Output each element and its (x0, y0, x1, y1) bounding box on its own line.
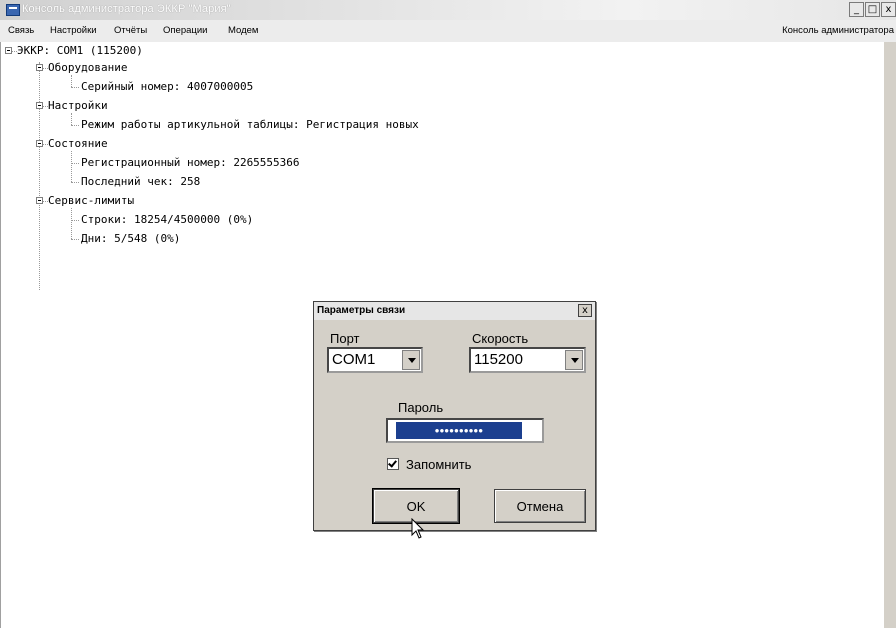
speed-label: Скорость (472, 331, 529, 346)
tree-leaf[interactable]: Регистрационный номер: 2265555366 (81, 156, 300, 169)
menu-item-settings[interactable]: Настройки (50, 25, 97, 36)
menu-item-modem[interactable]: Модем (228, 25, 258, 36)
tree-group-label[interactable]: Сервис-лимиты (48, 194, 134, 207)
tree-connector (71, 208, 72, 239)
port-select[interactable]: COM1 (327, 347, 423, 373)
cancel-button[interactable]: Отмена (494, 489, 586, 523)
password-value: •••••••••• (396, 422, 522, 439)
dialog-title: Параметры связи (317, 305, 406, 316)
speed-value: 115200 (474, 351, 523, 368)
menu-item-reports[interactable]: Отчёты (114, 25, 147, 36)
tree-connector (71, 75, 72, 87)
tree-connector (71, 239, 79, 240)
window-title: Консоль администратора ЭККР "Мария" (22, 3, 231, 15)
tree-group-label[interactable]: Оборудование (48, 61, 127, 74)
tree-group-label[interactable]: Состояние (48, 137, 108, 150)
tree-leaf[interactable]: Строки: 18254/4500000 (0%) (81, 213, 253, 226)
app-icon (6, 4, 20, 16)
maximize-button[interactable]: □ (865, 2, 880, 17)
tree-connector (71, 87, 79, 88)
collapse-minus-icon[interactable] (5, 47, 12, 54)
window-right-edge (884, 42, 896, 628)
minimize-button[interactable]: _ (849, 2, 864, 17)
menu-right-label: Консоль администратора (782, 25, 894, 36)
dialog-title-bar[interactable]: Параметры связи x (314, 302, 595, 320)
collapse-minus-icon[interactable] (36, 197, 43, 204)
tree-leaf[interactable]: Дни: 5/548 (0%) (81, 232, 180, 245)
title-bar[interactable]: Консоль администратора ЭККР "Мария" _ □ … (0, 0, 896, 20)
password-input[interactable]: •••••••••• (386, 418, 544, 443)
tree-connector (39, 62, 40, 290)
remember-label[interactable]: Запомнить (406, 457, 471, 472)
tree-connector (71, 163, 79, 164)
tree-connector (71, 151, 72, 182)
port-value: COM1 (332, 351, 376, 368)
tree-leaf[interactable]: Серийный номер: 4007000005 (81, 80, 253, 93)
dialog-close-button[interactable]: x (578, 304, 592, 317)
menu-item-connection[interactable]: Связь (8, 25, 34, 36)
speed-select[interactable]: 115200 (469, 347, 586, 373)
password-label: Пароль (398, 400, 444, 415)
mouse-pointer-icon (411, 518, 425, 539)
tree-group-label[interactable]: Настройки (48, 99, 108, 112)
tree-root[interactable]: ЭККР: COM1 (115200) (17, 44, 143, 57)
tree-connector (71, 220, 79, 221)
tree-connector (71, 113, 72, 125)
tree-connector (71, 182, 79, 183)
menu-item-operations[interactable]: Операции (163, 25, 207, 36)
tree-leaf[interactable]: Последний чек: 258 (81, 175, 200, 188)
close-button[interactable]: x (881, 2, 896, 17)
tree-leaf[interactable]: Режим работы артикульной таблицы: Регист… (81, 118, 419, 131)
chevron-down-icon[interactable] (402, 350, 420, 370)
collapse-minus-icon[interactable] (36, 140, 43, 147)
app-window: Консоль администратора ЭККР "Мария" _ □ … (0, 0, 896, 628)
menu-bar: Связь Настройки Отчёты Операции Модем Ко… (0, 20, 896, 43)
chevron-down-icon[interactable] (565, 350, 583, 370)
collapse-minus-icon[interactable] (36, 102, 43, 109)
window-controls: _ □ x (848, 2, 896, 17)
tree-connector (71, 125, 79, 126)
collapse-minus-icon[interactable] (36, 64, 43, 71)
check-icon[interactable] (387, 458, 399, 470)
connection-settings-dialog: Параметры связи x Порт COM1 Скорость 115… (313, 301, 596, 531)
port-label: Порт (330, 331, 360, 346)
